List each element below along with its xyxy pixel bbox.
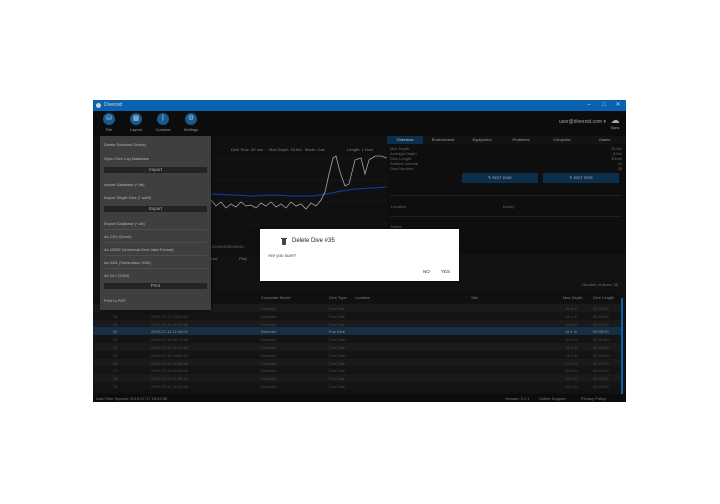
dialog-title: Delete Dive #35 xyxy=(292,238,335,244)
yes-button[interactable]: YES xyxy=(441,269,450,274)
delete-dive-dialog: Delete Dive #35 Are you sure? NO YES xyxy=(260,229,459,281)
dialog-message: Are you sure? xyxy=(268,253,297,258)
no-button[interactable]: NO xyxy=(423,269,430,274)
trash-icon xyxy=(281,238,287,245)
